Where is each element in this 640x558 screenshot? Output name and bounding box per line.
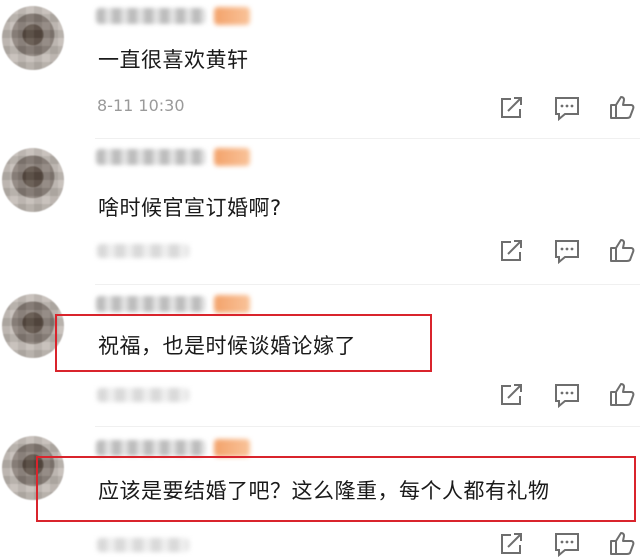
- user-badge: [214, 295, 250, 313]
- reply-button[interactable]: [553, 531, 581, 557]
- comment-item: 啥时候官宣订婚啊?: [0, 140, 640, 286]
- comment-item: 应该是要结婚了吧？这么隆重，每个人都有礼物: [0, 428, 640, 558]
- username-blurred[interactable]: [96, 149, 206, 165]
- comment-icon: [555, 240, 579, 264]
- timestamp-blurred: [97, 388, 189, 402]
- comment-text: 应该是要结婚了吧？这么隆重，每个人都有礼物: [98, 479, 550, 503]
- share-button[interactable]: [498, 238, 526, 264]
- share-button[interactable]: [498, 531, 526, 557]
- comment-text: 祝福，也是时候谈婚论嫁了: [98, 334, 356, 358]
- like-icon: [610, 96, 635, 119]
- reply-button[interactable]: [553, 382, 581, 408]
- divider: [95, 284, 640, 285]
- like-button[interactable]: [608, 381, 636, 407]
- username-blurred[interactable]: [96, 296, 206, 312]
- comment-item: 一直很喜欢黄轩 8-11 10:30: [0, 0, 640, 140]
- like-icon: [610, 383, 635, 406]
- divider: [95, 138, 640, 139]
- user-badge: [214, 439, 250, 457]
- like-button[interactable]: [608, 94, 636, 120]
- divider: [95, 426, 640, 427]
- like-button[interactable]: [608, 530, 636, 556]
- reply-button[interactable]: [553, 95, 581, 121]
- avatar[interactable]: [2, 6, 64, 70]
- share-icon: [501, 97, 522, 118]
- comment-icon: [555, 384, 579, 408]
- comment-timestamp: 8-11 10:30: [97, 96, 185, 115]
- reply-button[interactable]: [553, 238, 581, 264]
- username-blurred[interactable]: [96, 8, 206, 24]
- share-button[interactable]: [498, 95, 526, 121]
- share-button[interactable]: [498, 382, 526, 408]
- like-icon: [610, 532, 635, 555]
- user-badge: [214, 148, 250, 166]
- avatar[interactable]: [2, 148, 64, 212]
- share-icon: [501, 533, 522, 554]
- timestamp-blurred: [97, 244, 189, 258]
- like-button[interactable]: [608, 237, 636, 263]
- comment-text: 啥时候官宣订婚啊?: [98, 196, 282, 220]
- comment-item: 祝福，也是时候谈婚论嫁了: [0, 286, 640, 428]
- username-blurred[interactable]: [96, 440, 206, 456]
- like-icon: [610, 239, 635, 262]
- comment-icon: [555, 533, 579, 557]
- share-icon: [501, 240, 522, 261]
- share-icon: [501, 384, 522, 405]
- comment-text: 一直很喜欢黄轩: [98, 48, 249, 72]
- comment-icon: [555, 97, 579, 121]
- timestamp-blurred: [97, 538, 189, 552]
- user-badge: [214, 7, 250, 25]
